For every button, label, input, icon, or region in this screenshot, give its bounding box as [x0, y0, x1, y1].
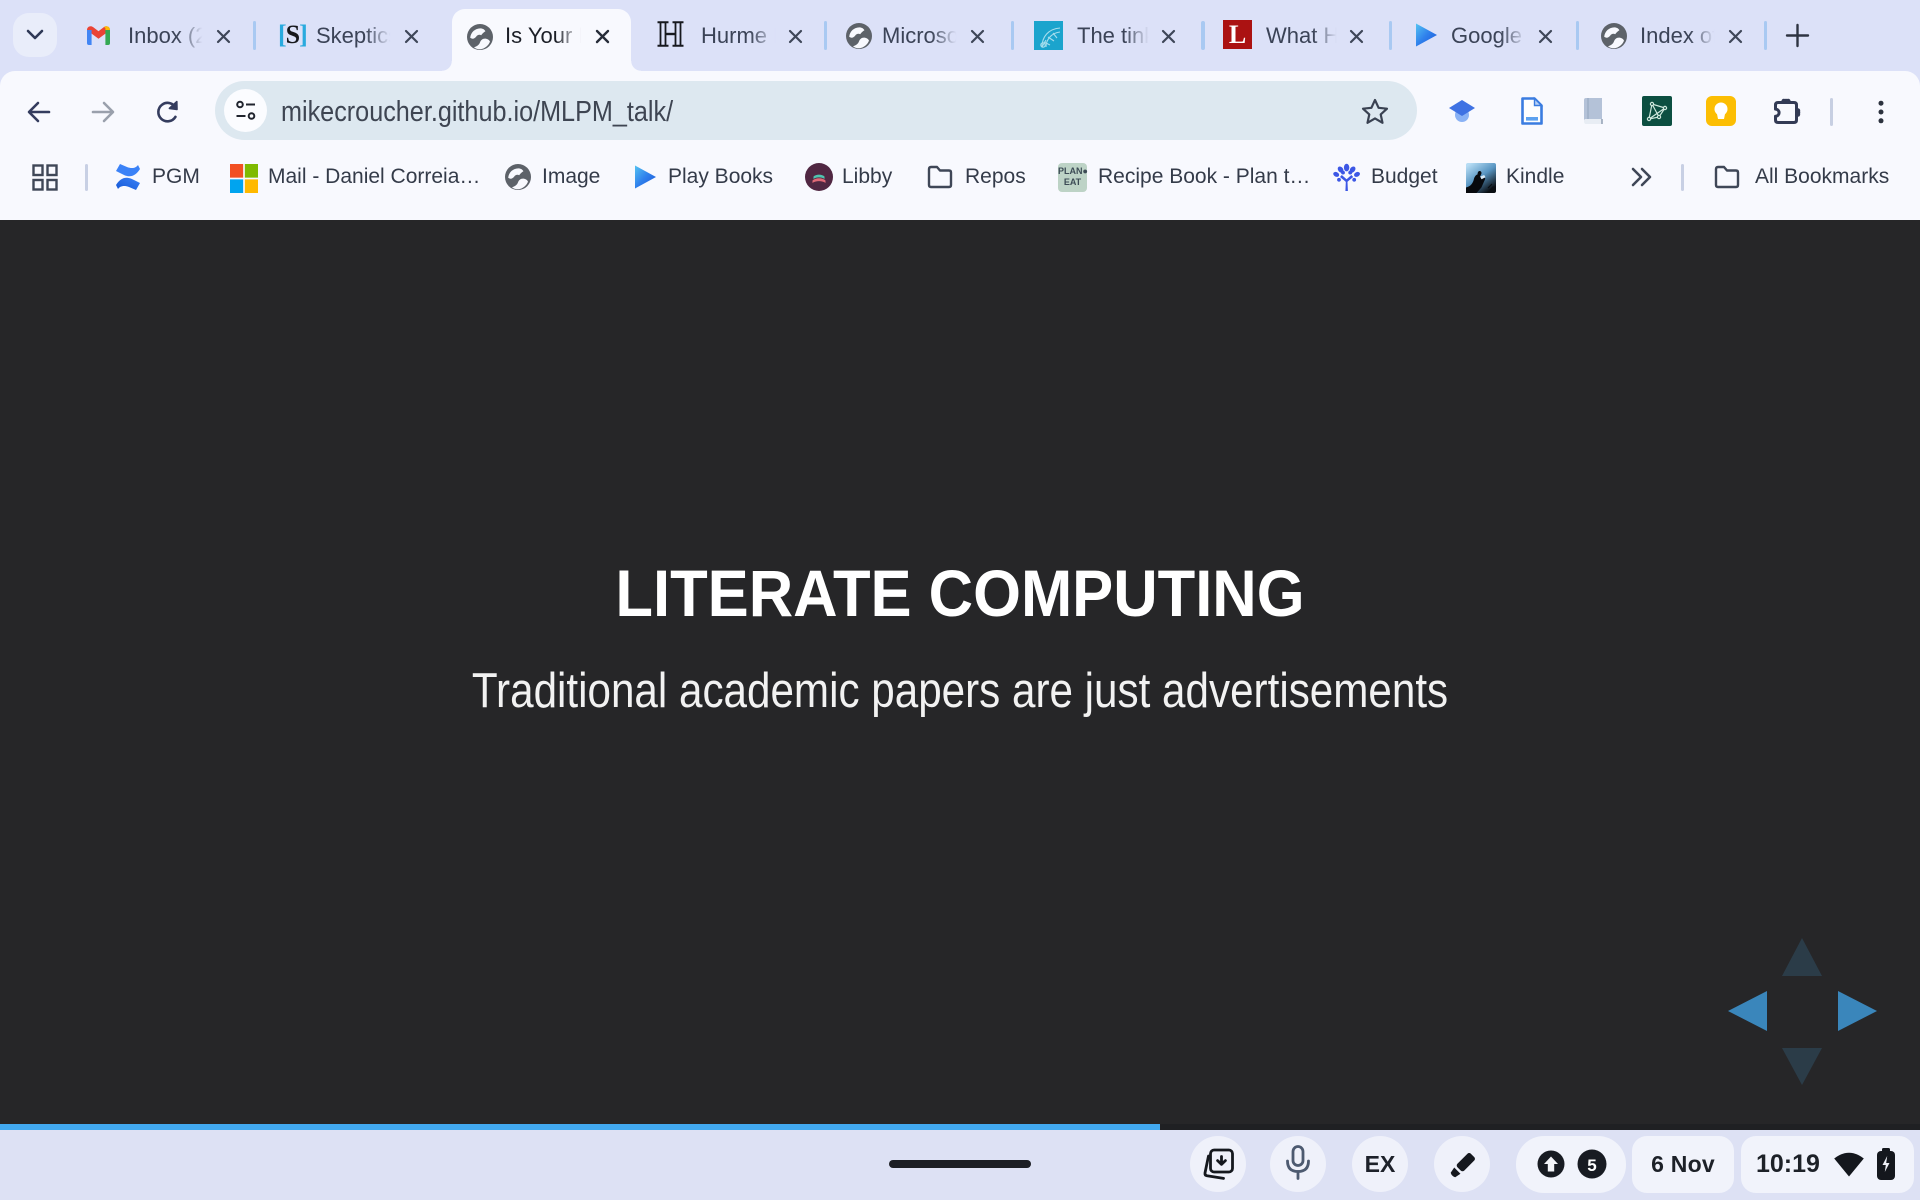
svg-text:5: 5 — [1587, 1156, 1596, 1175]
